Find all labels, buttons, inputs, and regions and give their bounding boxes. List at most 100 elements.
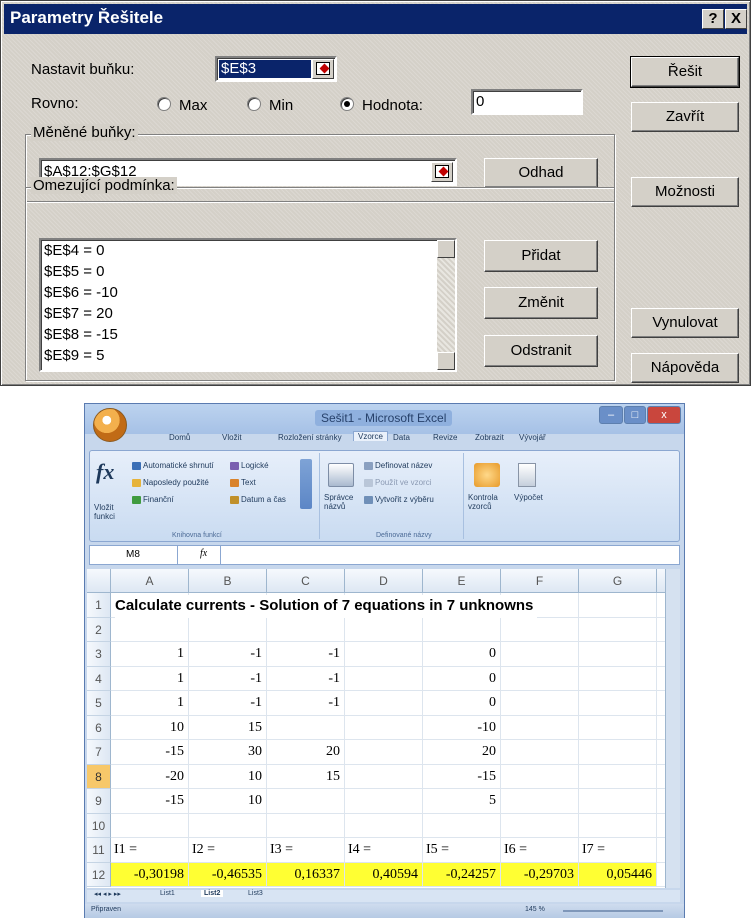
cell[interactable] [345, 691, 423, 716]
column-header[interactable]: B [189, 569, 267, 593]
cell[interactable] [579, 666, 657, 691]
cell[interactable]: 0 [423, 691, 501, 716]
cell[interactable]: 0,05446 [579, 862, 657, 887]
column-header[interactable]: F [501, 569, 579, 593]
autosum-button[interactable]: Automatické shrnutí [132, 461, 214, 470]
row-header[interactable]: 10 [87, 813, 111, 838]
cell[interactable]: 0,40594 [345, 862, 423, 887]
collapse-dialog-icon-2[interactable] [431, 162, 453, 182]
cell[interactable] [579, 715, 657, 740]
cell[interactable] [579, 789, 657, 814]
office-button-icon[interactable] [93, 408, 127, 442]
cell[interactable] [345, 764, 423, 789]
fx-icon[interactable]: fx [200, 548, 207, 559]
cell[interactable] [579, 740, 657, 765]
recently-used-button[interactable]: Naposledy použité [132, 478, 209, 487]
cell[interactable]: 1 [111, 642, 189, 667]
cell[interactable]: 10 [189, 789, 267, 814]
cell[interactable]: 30 [189, 740, 267, 765]
cell[interactable] [579, 764, 657, 789]
cell[interactable]: 15 [267, 764, 345, 789]
cell[interactable] [111, 813, 189, 838]
cell[interactable]: 20 [423, 740, 501, 765]
cell[interactable] [345, 740, 423, 765]
calculation-icon[interactable] [518, 463, 536, 487]
cell[interactable]: 5 [423, 789, 501, 814]
cell[interactable]: -15 [423, 764, 501, 789]
constraint-item[interactable]: $E$9 = 5 [41, 345, 437, 366]
help-title-button[interactable]: ? [702, 9, 724, 29]
column-header[interactable]: C [267, 569, 345, 593]
sheet-tab[interactable]: List1 [157, 890, 178, 897]
cell[interactable]: I5 = [423, 838, 501, 863]
cell[interactable] [267, 715, 345, 740]
reset-button[interactable]: Vynulovat [631, 308, 739, 338]
cell[interactable] [267, 789, 345, 814]
cell[interactable]: I3 = [267, 838, 345, 863]
use-in-formula-button[interactable]: Použít ve vzorci [364, 478, 431, 487]
row-header[interactable]: 4 [87, 666, 111, 691]
sheet-nav-icon[interactable]: ◂◂ ◂ ▸ ▸▸ [91, 890, 124, 898]
row-header[interactable]: 7 [87, 740, 111, 765]
cell[interactable] [501, 715, 579, 740]
radio-value[interactable] [340, 97, 354, 111]
column-header[interactable]: D [345, 569, 423, 593]
tab-6[interactable]: Zobrazit [475, 433, 504, 442]
close-title-button[interactable]: X [725, 9, 747, 29]
cell[interactable]: -15 [111, 740, 189, 765]
cell[interactable]: -0,29703 [501, 862, 579, 887]
cell[interactable]: -1 [189, 642, 267, 667]
formula-input[interactable] [220, 546, 675, 564]
cell[interactable] [501, 666, 579, 691]
cell[interactable] [501, 617, 579, 642]
cell[interactable]: -1 [189, 666, 267, 691]
insert-function-label[interactable]: Vložit funkci [94, 503, 122, 521]
calculation-label[interactable]: Výpočet [514, 493, 543, 502]
row-header[interactable]: 2 [87, 617, 111, 642]
date-time-button[interactable]: Datum a čas [230, 495, 286, 504]
cell[interactable]: -1 [267, 691, 345, 716]
cell[interactable] [501, 740, 579, 765]
cell[interactable] [579, 617, 657, 642]
cell[interactable] [579, 813, 657, 838]
constraint-item[interactable]: $E$7 = 20 [41, 303, 437, 324]
select-all-corner[interactable] [87, 569, 111, 593]
name-manager-label[interactable]: Správce názvů [324, 493, 356, 511]
cell[interactable]: 10 [189, 764, 267, 789]
row-header[interactable]: 6 [87, 715, 111, 740]
radio-min[interactable] [247, 97, 261, 111]
cell[interactable]: -10 [423, 715, 501, 740]
cell[interactable] [423, 813, 501, 838]
constraint-item[interactable]: $E$6 = -10 [41, 282, 437, 303]
formula-auditing-icon[interactable] [474, 463, 500, 487]
tab-7[interactable]: Vývojář [519, 433, 546, 442]
cell[interactable] [579, 593, 657, 618]
tab-4[interactable]: Data [393, 433, 410, 442]
cell[interactable] [501, 642, 579, 667]
cell[interactable] [501, 789, 579, 814]
cell[interactable]: I4 = [345, 838, 423, 863]
cell[interactable] [189, 813, 267, 838]
cell[interactable] [345, 617, 423, 642]
options-button[interactable]: Možnosti [631, 177, 739, 207]
add-button[interactable]: Přidat [484, 240, 598, 272]
constraint-item[interactable]: $E$8 = -15 [41, 324, 437, 345]
more-functions-icon[interactable] [300, 459, 312, 509]
cell[interactable] [345, 813, 423, 838]
cell[interactable] [345, 789, 423, 814]
insert-function-icon[interactable]: fx [96, 459, 114, 485]
formula-auditing-label[interactable]: Kontrola vzorců [468, 493, 506, 511]
logical-button[interactable]: Logické [230, 461, 269, 470]
maximize-icon[interactable]: □ [624, 406, 646, 424]
cell[interactable] [501, 691, 579, 716]
close-button[interactable]: Zavřít [631, 102, 739, 132]
cell[interactable]: -15 [111, 789, 189, 814]
row-header[interactable]: 12 [87, 862, 111, 887]
window-close-icon[interactable]: x [647, 406, 681, 424]
cell[interactable] [423, 617, 501, 642]
row-header[interactable]: 11 [87, 838, 111, 863]
create-from-selection-button[interactable]: Vytvořit z výběru [364, 495, 434, 504]
cell[interactable]: 0,16337 [267, 862, 345, 887]
value-input[interactable]: 0 [471, 89, 583, 115]
cell[interactable]: 0 [423, 642, 501, 667]
